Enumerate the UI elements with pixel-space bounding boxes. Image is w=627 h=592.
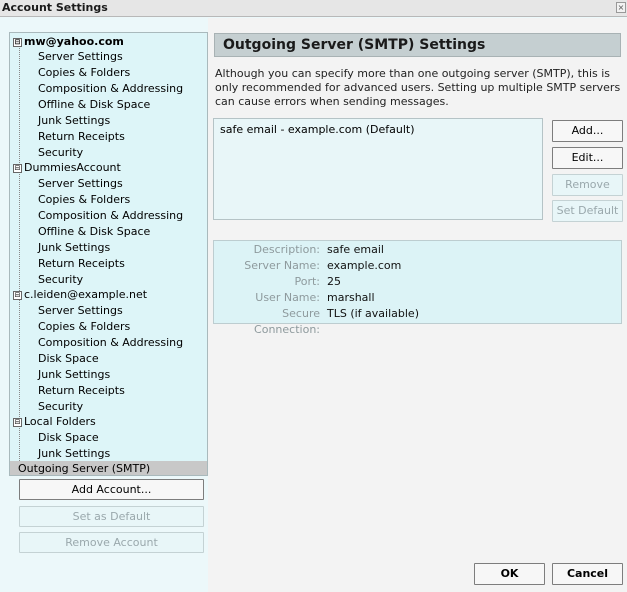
tree-item-security[interactable]: Security xyxy=(38,145,83,160)
port-value: 25 xyxy=(327,275,341,288)
port-label: Port: xyxy=(294,275,320,288)
add-account-button[interactable]: Add Account... xyxy=(19,479,204,500)
tree-account-local-folders[interactable]: ⊟ Local Folders xyxy=(10,414,96,429)
title-bar: Account Settings × xyxy=(0,0,627,17)
server-details: Description: safe email Server Name: exa… xyxy=(213,240,622,336)
window-title: Account Settings xyxy=(2,1,108,14)
account-name: Local Folders xyxy=(24,415,96,428)
tree-item-server-settings[interactable]: Server Settings xyxy=(38,303,123,318)
tree-item-server-settings[interactable]: Server Settings xyxy=(38,49,123,64)
close-icon[interactable]: × xyxy=(616,2,626,13)
server-name-value: example.com xyxy=(327,259,402,272)
page-title: Outgoing Server (SMTP) Settings xyxy=(214,33,621,57)
tree-item-offline-disk[interactable]: Offline & Disk Space xyxy=(38,97,150,112)
tree-item-server-settings[interactable]: Server Settings xyxy=(38,176,123,191)
tree-item-junk[interactable]: Junk Settings xyxy=(38,113,110,128)
user-name-value: marshall xyxy=(327,291,375,304)
ok-button[interactable]: OK xyxy=(474,563,545,585)
tree-item-copies-folders[interactable]: Copies & Folders xyxy=(38,65,130,80)
smtp-server-list[interactable]: safe email - example.com (Default) xyxy=(213,118,543,220)
tree-item-return-receipts[interactable]: Return Receipts xyxy=(38,256,125,271)
account-name: mw@yahoo.com xyxy=(24,35,124,48)
description-value: safe email xyxy=(327,243,384,256)
tree-item-junk[interactable]: Junk Settings xyxy=(38,367,110,382)
edit-server-button[interactable]: Edit... xyxy=(552,147,623,169)
description-label: Description: xyxy=(253,243,320,256)
account-name: c.leiden@example.net xyxy=(24,288,148,301)
collapse-icon[interactable]: ⊟ xyxy=(13,163,22,173)
tree-account-mw-yahoo[interactable]: ⊟ mw@yahoo.com xyxy=(10,34,124,49)
tree-item-junk[interactable]: Junk Settings xyxy=(38,446,110,461)
tree-item-copies-folders[interactable]: Copies & Folders xyxy=(38,192,130,207)
collapse-icon[interactable]: ⊟ xyxy=(13,290,22,300)
add-server-button[interactable]: Add... xyxy=(552,120,623,142)
smtp-description: Although you can specify more than one o… xyxy=(215,67,621,108)
tree-item-composition[interactable]: Composition & Addressing xyxy=(38,208,183,223)
account-tree[interactable]: ⊟ mw@yahoo.com Server Settings Copies & F… xyxy=(9,32,208,476)
tree-account-cleiden[interactable]: ⊟ c.leiden@example.net xyxy=(10,287,147,302)
tree-account-dummies[interactable]: ⊟ DummiesAccount xyxy=(10,160,121,175)
tree-item-return-receipts[interactable]: Return Receipts xyxy=(38,129,125,144)
collapse-icon[interactable]: ⊟ xyxy=(13,417,22,427)
tree-item-outgoing-server[interactable]: Outgoing Server (SMTP) xyxy=(10,461,207,475)
cancel-button[interactable]: Cancel xyxy=(552,563,623,585)
set-as-default-button[interactable]: Set as Default xyxy=(19,506,204,527)
user-name-label: User Name: xyxy=(255,291,320,304)
set-default-server-button[interactable]: Set Default xyxy=(552,200,623,222)
tree-item-offline-disk[interactable]: Offline & Disk Space xyxy=(38,224,150,239)
tree-item-disk-space[interactable]: Disk Space xyxy=(38,351,99,366)
secure-connection-label: Secure Connection: xyxy=(254,307,320,336)
tree-item-composition[interactable]: Composition & Addressing xyxy=(38,335,183,350)
tree-item-security[interactable]: Security xyxy=(38,272,83,287)
tree-item-disk-space[interactable]: Disk Space xyxy=(38,430,99,445)
server-name-label: Server Name: xyxy=(244,259,320,272)
tree-item-security[interactable]: Security xyxy=(38,399,83,414)
tree-item-copies-folders[interactable]: Copies & Folders xyxy=(38,319,130,334)
remove-server-button[interactable]: Remove xyxy=(552,174,623,196)
remove-account-button[interactable]: Remove Account xyxy=(19,532,204,553)
collapse-icon[interactable]: ⊟ xyxy=(13,37,22,47)
list-item[interactable]: safe email - example.com (Default) xyxy=(220,123,415,137)
account-name: DummiesAccount xyxy=(24,161,121,174)
tree-line xyxy=(19,43,20,475)
tree-item-return-receipts[interactable]: Return Receipts xyxy=(38,383,125,398)
tree-item-composition[interactable]: Composition & Addressing xyxy=(38,81,183,96)
tree-item-junk[interactable]: Junk Settings xyxy=(38,240,110,255)
secure-connection-value: TLS (if available) xyxy=(327,307,419,320)
